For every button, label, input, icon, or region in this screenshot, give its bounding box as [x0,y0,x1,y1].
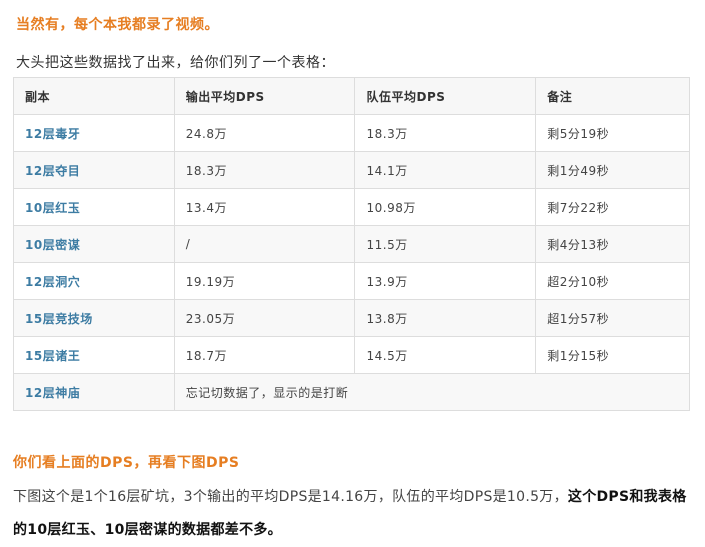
column-header-dungeon: 副本 [13,77,175,115]
team-dps-cell: 11.5万 [354,225,537,263]
table-row: 12层神庙 忘记切数据了，显示的是打断 [13,373,691,411]
table-row: 10层红玉 13.4万 10.98万 剩7分22秒 [13,188,690,226]
merged-note-cell: 忘记切数据了，显示的是打断 [173,373,691,411]
dungeon-cell: 12层夺目 [13,151,175,189]
note-cell: 超2分10秒 [535,262,690,300]
table-row: 12层夺目 18.3万 14.1万 剩1分49秒 [13,151,690,189]
column-header-output-dps: 输出平均DPS [173,77,356,115]
output-dps-cell: 19.19万 [173,262,356,300]
intro-text: 大头把这些数据找了出来，给你们列了一个表格： [16,55,335,71]
section2-heading: 你们看上面的DPS，再看下图DPS [13,455,240,471]
dungeon-cell: 12层毒牙 [13,114,175,152]
output-dps-cell: 18.3万 [173,151,356,189]
comparison-paragraph: 下图这个是1个16层矿坑，3个输出的平均DPS是14.16万，队伍的平均DPS是… [13,481,699,547]
table-row: 10层密谋 / 11.5万 剩4分13秒 [13,225,690,263]
table-header-row: 副本 输出平均DPS 队伍平均DPS 备注 [13,77,690,115]
dungeon-cell: 12层神庙 [13,373,175,411]
note-cell: 剩1分49秒 [535,151,690,189]
team-dps-cell: 14.1万 [354,151,537,189]
team-dps-cell: 18.3万 [354,114,537,152]
dungeon-cell: 15层竞技场 [13,299,175,337]
note-cell: 超1分57秒 [535,299,690,337]
column-header-team-dps: 队伍平均DPS [354,77,537,115]
dungeon-cell: 10层密谋 [13,225,175,263]
table-row: 12层洞穴 19.19万 13.9万 超2分10秒 [13,262,690,300]
output-dps-cell: 18.7万 [173,336,356,374]
team-dps-cell: 14.5万 [354,336,537,374]
dungeon-cell: 15层诸王 [13,336,175,374]
note-cell: 剩1分15秒 [535,336,690,374]
output-dps-cell: 13.4万 [173,188,356,226]
team-dps-cell: 13.9万 [354,262,537,300]
column-header-note: 备注 [535,77,690,115]
note-cell: 剩5分19秒 [535,114,690,152]
table-row: 15层诸王 18.7万 14.5万 剩1分15秒 [13,336,690,374]
section-heading: 当然有，每个本我都录了视频。 [16,17,219,33]
note-cell: 剩4分13秒 [535,225,690,263]
team-dps-cell: 10.98万 [354,188,537,226]
output-dps-cell: / [173,225,356,263]
table-row: 12层毒牙 24.8万 18.3万 剩5分19秒 [13,114,690,152]
output-dps-cell: 23.05万 [173,299,356,337]
paragraph-text: 下图这个是1个16层矿坑，3个输出的平均DPS是14.16万，队伍的平均DPS是… [13,489,568,505]
note-cell: 剩7分22秒 [535,188,690,226]
dungeon-cell: 12层洞穴 [13,262,175,300]
table-row: 15层竞技场 23.05万 13.8万 超1分57秒 [13,299,690,337]
dungeon-cell: 10层红玉 [13,188,175,226]
team-dps-cell: 13.8万 [354,299,537,337]
output-dps-cell: 24.8万 [173,114,356,152]
dps-table: 副本 输出平均DPS 队伍平均DPS 备注 12层毒牙 24.8万 18.3万 … [13,77,691,411]
